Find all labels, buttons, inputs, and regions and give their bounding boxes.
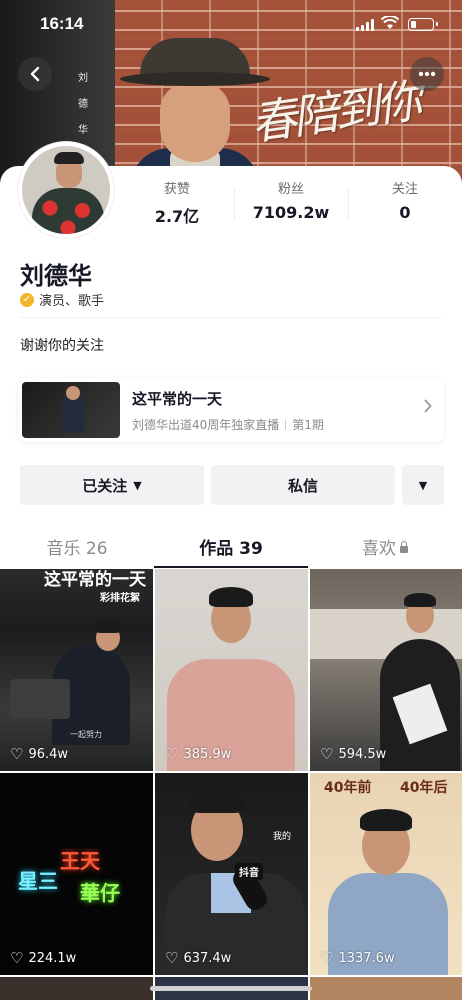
heart-icon: ♡: [165, 745, 179, 763]
more-options-button[interactable]: [410, 57, 444, 91]
tab-label: 音乐 26: [46, 539, 108, 559]
video-overlay-left: 40年前: [324, 780, 372, 796]
verification-line: ✓ 演员、歌手: [20, 290, 104, 309]
video-overlay-small: 一起努力: [70, 730, 102, 739]
tab-likes[interactable]: 喜欢: [308, 522, 462, 568]
avatar[interactable]: [18, 142, 114, 238]
live-series-episode: 第1期: [292, 418, 324, 432]
video-likes: ♡ 224.1w: [10, 949, 76, 967]
video-thumbnail[interactable]: 40年前 40年后 ♡ 1337.6w: [310, 773, 462, 975]
tab-works[interactable]: 作品 39: [154, 522, 308, 568]
video-thumbnail[interactable]: 抖音 我的 ♡ 637.4w: [155, 773, 308, 975]
video-likes: ♡ 637.4w: [165, 949, 231, 967]
stat-likes[interactable]: 获赞 2.7亿: [120, 178, 234, 228]
status-bar: 16:14: [0, 0, 462, 48]
chevron-left-icon: [30, 66, 40, 82]
tab-label: 作品 39: [199, 539, 263, 559]
video-neon-text-3: 華仔: [80, 881, 120, 905]
back-button[interactable]: [18, 57, 52, 91]
video-overlay-tag: 抖音: [235, 863, 263, 880]
live-series-thumbnail: [22, 382, 120, 438]
message-label: 私信: [287, 476, 318, 495]
cellular-signal-icon: [356, 19, 374, 31]
content-tabs: 音乐 26 作品 39 喜欢: [0, 522, 462, 568]
profile-actions: 已关注 ▼ 私信 ▼: [20, 465, 444, 505]
wifi-icon: [380, 15, 400, 34]
video-thumbnail[interactable]: 这平常的一天 彩排花絮 一起努力 ♡ 96.4w: [0, 569, 153, 771]
video-likes-count: 594.5w: [338, 746, 387, 762]
video-likes: ♡ 594.5w: [320, 745, 386, 763]
battery-level: [410, 20, 416, 28]
message-button[interactable]: 私信: [211, 465, 395, 505]
followed-label: 已关注: [82, 476, 128, 495]
video-thumbnail[interactable]: ♡ 385.9w: [155, 569, 308, 771]
divider: [20, 317, 442, 318]
verified-check-icon: ✓: [20, 292, 34, 307]
live-series-card[interactable]: 这平常的一天 刘德华出道40周年独家直播 第1期: [18, 378, 444, 442]
video-overlay-small: 我的: [273, 832, 292, 842]
video-likes-count: 385.9w: [183, 746, 232, 762]
video-overlay-tag: 彩排花絮: [100, 593, 140, 604]
video-neon-text-2: 王天: [60, 849, 100, 873]
video-thumbnail[interactable]: 星三 王天 華仔 ♡ 224.1w: [0, 773, 153, 975]
status-time: 16:14: [40, 14, 84, 33]
profile-name: 刘德华: [20, 262, 92, 290]
stat-value: 2.7亿: [154, 207, 200, 226]
video-thumbnail-partial[interactable]: [310, 977, 462, 1000]
video-thumbnail[interactable]: ♡ 594.5w: [310, 569, 462, 771]
video-grid: 这平常的一天 彩排花絮 一起努力 ♡ 96.4w ♡ 385.9w ♡ 594.5w …: [0, 569, 462, 1000]
video-likes: ♡ 1337.6w: [320, 949, 395, 967]
chevron-right-icon: [424, 398, 432, 417]
video-likes: ♡ 385.9w: [165, 745, 231, 763]
stat-label: 获赞: [163, 182, 190, 197]
video-overlay-right: 40年后: [400, 780, 448, 796]
live-series-description: 刘德华出道40周年独家直播: [132, 418, 280, 432]
stat-label: 关注: [391, 182, 418, 197]
heart-icon: ♡: [10, 745, 24, 763]
battery-icon: [408, 18, 438, 31]
stat-following[interactable]: 关注 0: [348, 178, 462, 228]
stat-fans[interactable]: 粉丝 7109.2w: [234, 178, 348, 228]
video-likes-count: 637.4w: [183, 950, 232, 966]
triangle-down-icon: ▼: [418, 478, 428, 492]
stat-value: 0: [399, 203, 411, 222]
verification-text: 演员、歌手: [39, 294, 105, 309]
video-thumbnail-partial[interactable]: [0, 977, 153, 1000]
heart-icon: ♡: [320, 949, 334, 967]
video-likes: ♡ 96.4w: [10, 745, 68, 763]
video-likes-count: 1337.6w: [338, 950, 395, 966]
heart-icon: ♡: [165, 949, 179, 967]
profile-stats: 获赞 2.7亿 粉丝 7109.2w 关注 0: [120, 178, 462, 228]
live-series-title: 这平常的一天: [132, 390, 223, 408]
profile-bio: 谢谢你的关注: [20, 338, 104, 354]
home-indicator[interactable]: [150, 986, 312, 991]
video-likes-count: 224.1w: [28, 950, 77, 966]
lock-icon: [400, 541, 408, 553]
video-likes-count: 96.4w: [28, 746, 69, 762]
heart-icon: ♡: [320, 745, 334, 763]
followed-button[interactable]: 已关注 ▼: [20, 465, 204, 505]
stat-value: 7109.2w: [252, 203, 330, 222]
heart-icon: ♡: [10, 949, 24, 967]
more-actions-dropdown[interactable]: ▼: [402, 465, 444, 505]
more-dots-icon: [418, 71, 436, 77]
triangle-down-icon: ▼: [133, 478, 142, 492]
stat-label: 粉丝: [277, 182, 304, 197]
live-series-subtitle: 刘德华出道40周年独家直播 第1期: [132, 416, 324, 433]
tab-music[interactable]: 音乐 26: [0, 522, 154, 568]
video-overlay-title: 这平常的一天: [44, 570, 146, 590]
video-neon-text-1: 星三: [18, 869, 58, 893]
tab-label: 喜欢: [362, 539, 396, 559]
banner-vertical-text: 刘德华: [78, 73, 88, 136]
